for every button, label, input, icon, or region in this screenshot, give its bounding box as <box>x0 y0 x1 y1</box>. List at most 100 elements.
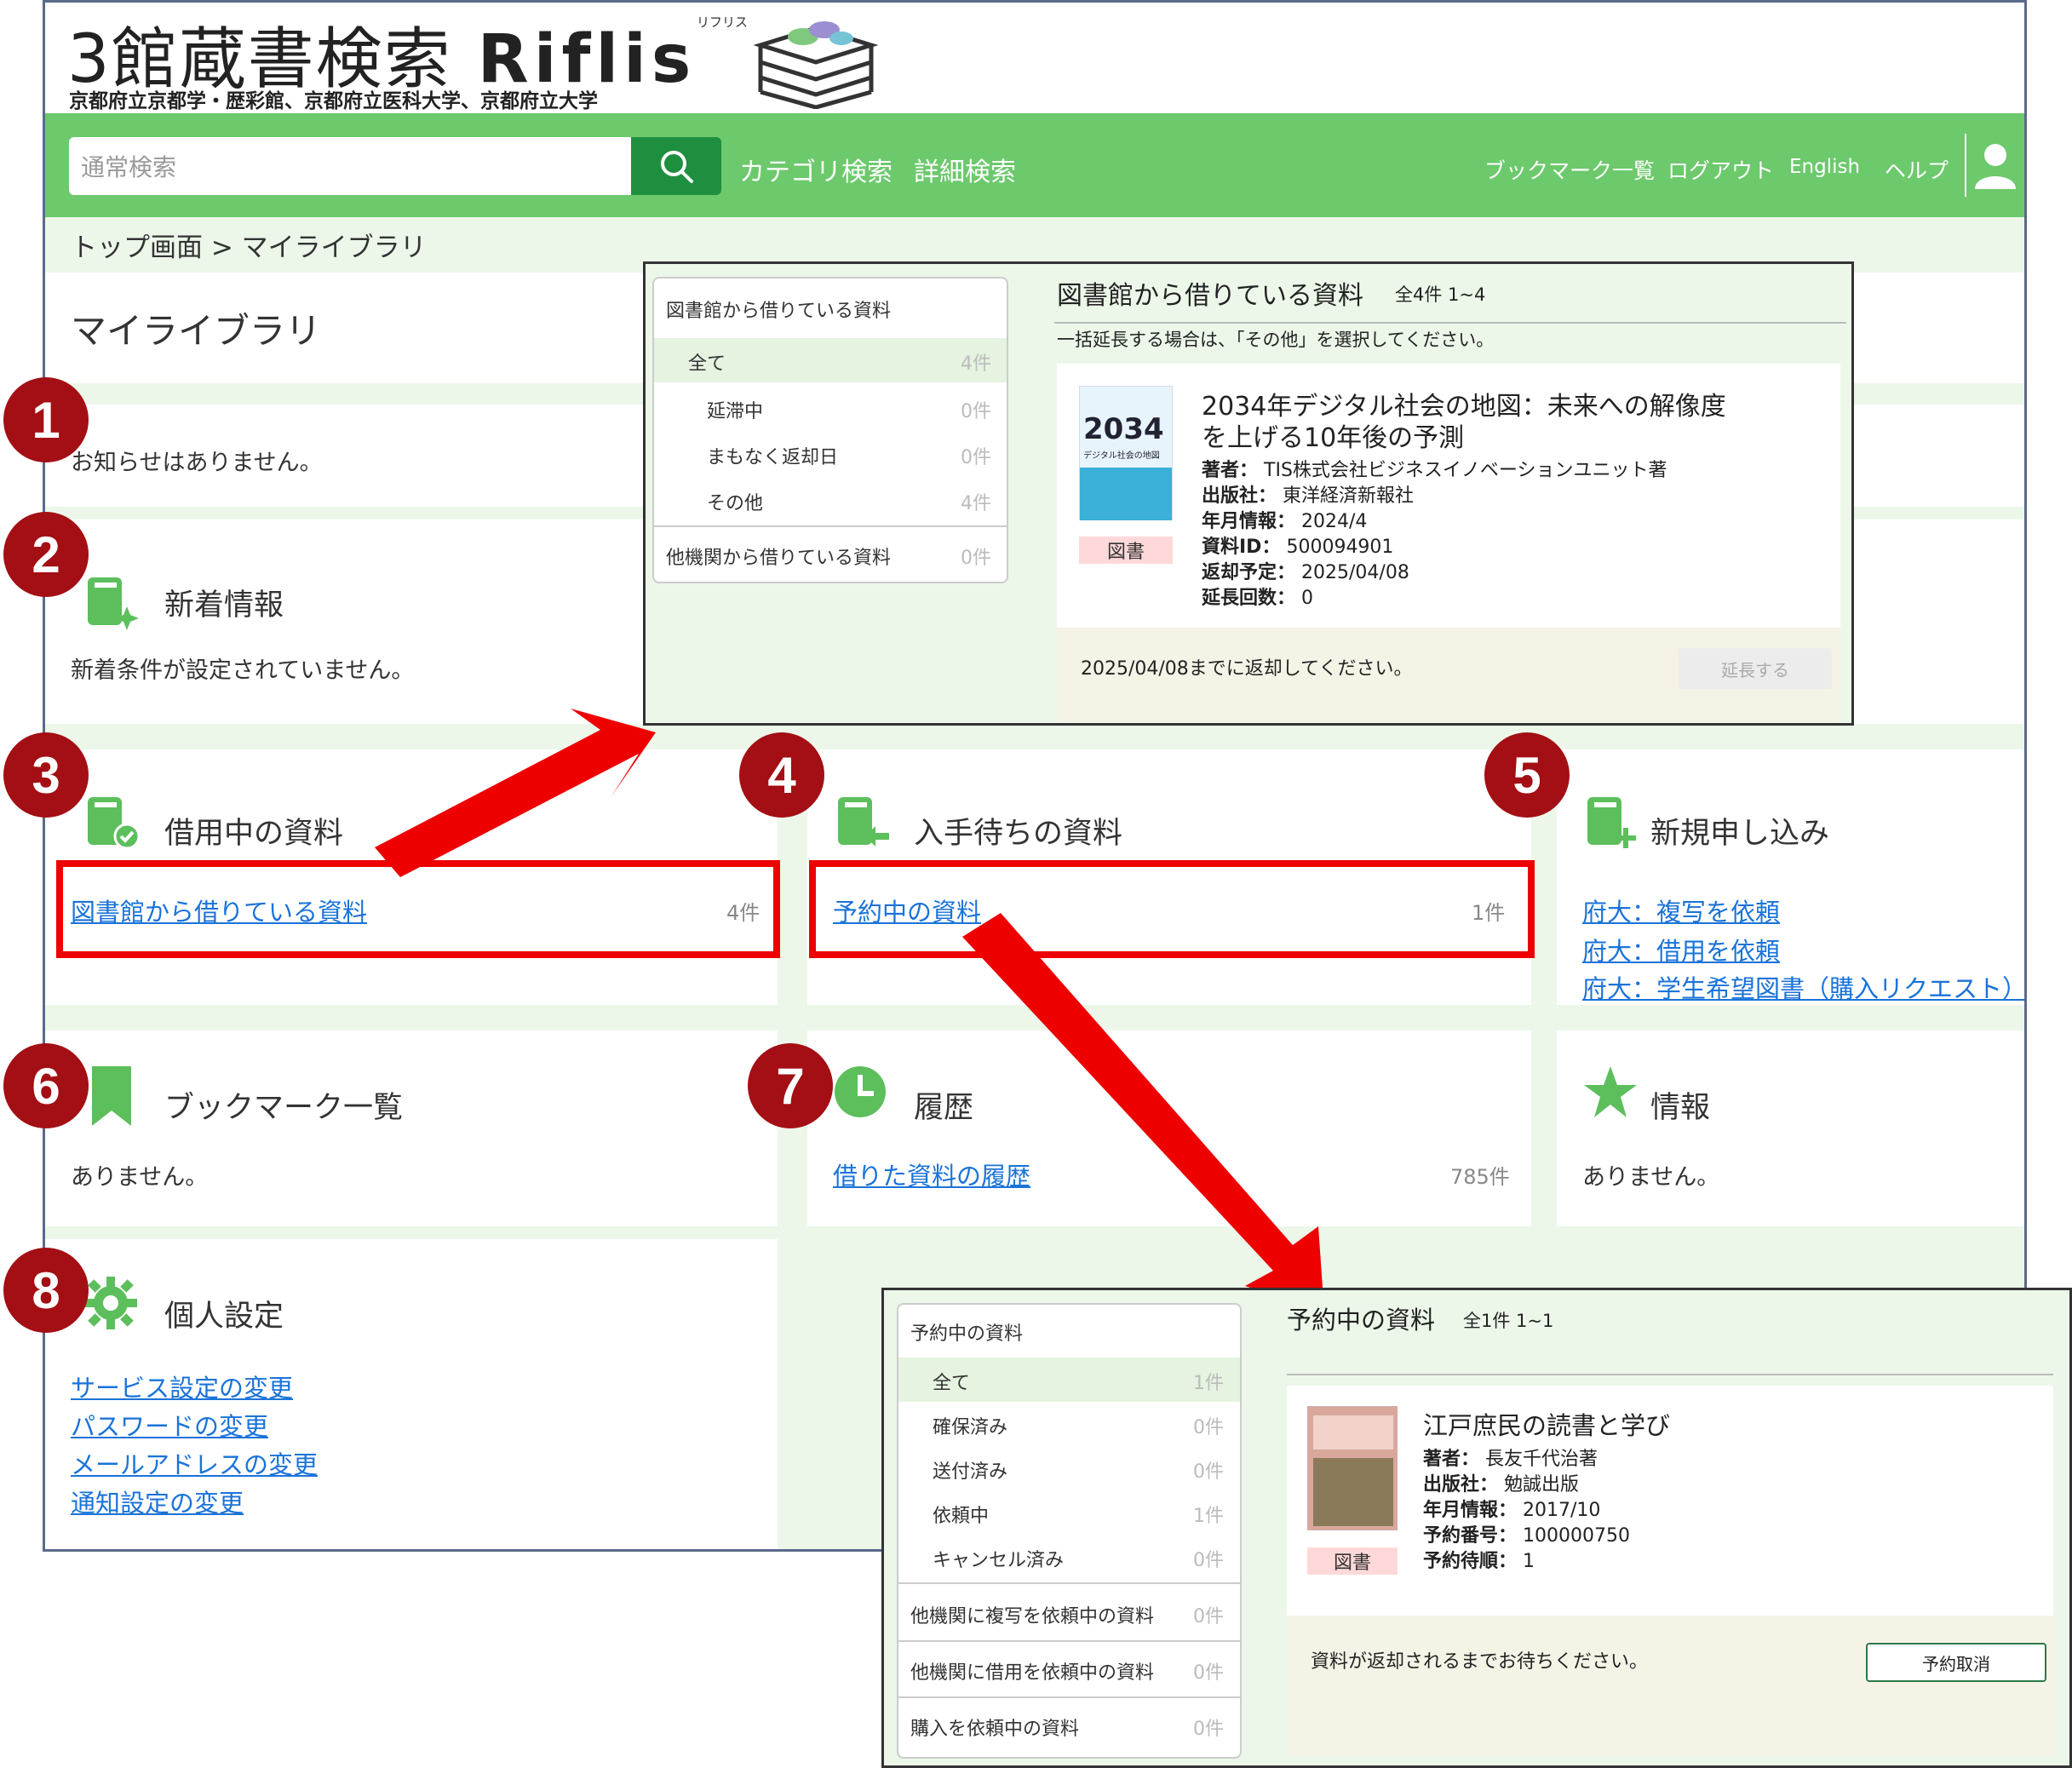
breadcrumb: トップ画面 > マイライブラリ <box>71 232 427 263</box>
popup-heading-count: 全1件 1~1 <box>1463 1311 1554 1331</box>
cover-subtitle: デジタル社会の地図 <box>1083 451 1160 461</box>
book-new-icon <box>88 577 139 630</box>
filter-cancelled[interactable]: キャンセル済み 0件 <box>898 1535 1240 1579</box>
category-search-link[interactable]: カテゴリ検索 <box>739 151 893 188</box>
notice-text: お知らせはありません。 <box>71 450 323 476</box>
request-loan-link[interactable]: 府大：借用を依頼 <box>1582 932 1780 967</box>
bookmarks-card: ブックマーク一覧 ありません。 <box>45 1030 778 1226</box>
field-reservation-number: 予約番号： 100000750 <box>1423 1525 1630 1547</box>
filter-due-soon[interactable]: まもなく返却日 0件 <box>654 432 1007 476</box>
nav-bar: 通常検索 カテゴリ検索 詳細検索 ブックマーク一覧 ログアウト English … <box>45 113 2024 217</box>
field-due-date: 返却予定： 2025/04/08 <box>1202 562 1409 583</box>
search-button[interactable] <box>631 137 721 195</box>
cancel-reservation-button[interactable]: 予約取消 <box>1866 1643 2046 1682</box>
purchase-request-link[interactable]: 府大：学生希望図書（購入リクエスト） <box>1582 969 2024 1005</box>
borrowed-filter-menu: 図書館から借りている資料 全て 4件 延滞中 0件 まもなく返却日 0件 その他 4件 … <box>652 277 1008 583</box>
page-title: マイライブラリ <box>71 310 322 352</box>
gear-icon <box>84 1277 137 1329</box>
popup-heading: 予約中の資料 <box>1287 1306 1436 1335</box>
filter-secured[interactable]: 確保済み 0件 <box>898 1402 1240 1446</box>
settings-card: 個人設定 サービス設定の変更 パスワードの変更 メールアドレスの変更 通知設定の… <box>45 1239 778 1549</box>
wait-note: 資料が返却されるまでお待ちください。 <box>1311 1651 1649 1673</box>
english-link[interactable]: English <box>1789 156 1860 178</box>
notification-settings-link[interactable]: 通知設定の変更 <box>71 1484 244 1519</box>
material-type-badge: 図書 <box>1307 1547 1398 1575</box>
menu-divider <box>898 1696 1240 1698</box>
book-check-icon <box>88 797 141 850</box>
menu-divider <box>898 1640 1240 1642</box>
logout-link[interactable]: ログアウト <box>1667 154 1774 185</box>
bookmarks-title: ブックマーク一覧 <box>164 1091 404 1125</box>
info-title: 情報 <box>1650 1091 1711 1125</box>
search-icon <box>661 151 693 183</box>
filter-requested[interactable]: 依頼中 1件 <box>898 1490 1240 1535</box>
info-card: 情報 ありません。 <box>1557 1030 2024 1226</box>
book-cover[interactable]: 2034 デジタル社会の地図 <box>1079 386 1173 520</box>
help-link[interactable]: ヘルプ <box>1885 154 1949 185</box>
info-empty-text: ありません。 <box>1582 1164 1720 1191</box>
book-title-line2[interactable]: を上げる10年後の予測 <box>1202 416 1464 454</box>
field-renewals: 延長回数： 0 <box>1202 588 1314 609</box>
new-request-card: 新規申し込み 府大：複写を依頼 府大：借用を依頼 府大：学生希望図書（購入リクエ… <box>1557 749 2024 1005</box>
field-author: 著者： 長友千代治著 <box>1423 1449 1598 1470</box>
cover-illustration <box>1313 1458 1393 1526</box>
filter-sent[interactable]: 送付済み 0件 <box>898 1446 1240 1490</box>
history-card: 履歴 借りた資料の履歴 785件 <box>807 1030 1531 1226</box>
callout-2: 2 <box>3 512 89 597</box>
callout-5: 5 <box>1484 732 1570 818</box>
callout-8: 8 <box>3 1248 89 1333</box>
book-card: 2034 デジタル社会の地図 図書 2034年デジタル社会の地図：未来への解像度… <box>1057 364 1840 721</box>
cover-title-block <box>1313 1415 1393 1449</box>
user-menu-button[interactable] <box>1965 134 2024 197</box>
borrowed-highlight-box <box>56 860 780 958</box>
reserved-items-popup: 予約中の資料 全て 1件 確保済み 0件 送付済み 0件 依頼中 1件 キャンセル済み 0… <box>881 1288 2072 1768</box>
filter-copy-requests[interactable]: 他機関に複写を依頼中の資料 0件 <box>898 1589 1240 1637</box>
advanced-search-link[interactable]: 詳細検索 <box>914 151 1016 188</box>
menu-divider <box>654 525 1007 527</box>
callout-6: 6 <box>3 1043 89 1128</box>
book-title[interactable]: 江戸庶民の読書と学び <box>1423 1406 1670 1442</box>
reserved-filter-menu: 予約中の資料 全て 1件 確保済み 0件 送付済み 0件 依頼中 1件 キャンセル済み 0… <box>897 1303 1242 1759</box>
brand-ruby: リフリス <box>697 14 749 30</box>
filter-all[interactable]: 全て 1件 <box>898 1358 1240 1402</box>
history-title: 履歴 <box>914 1091 974 1125</box>
filter-loan-requests[interactable]: 他機関に借用を依頼中の資料 0件 <box>898 1645 1240 1693</box>
callout-3: 3 <box>3 732 89 818</box>
password-change-link[interactable]: パスワードの変更 <box>71 1407 268 1443</box>
bookmark-icon <box>92 1066 131 1126</box>
book-card-footer: 2025/04/08までに返却してください。 延長する <box>1057 628 1840 721</box>
field-publisher: 出版社： 東洋経済新報社 <box>1202 485 1415 507</box>
filter-other[interactable]: その他 4件 <box>654 478 1007 522</box>
search-input[interactable]: 通常検索 <box>69 137 631 195</box>
popup-heading: 図書館から借りている資料 <box>1057 281 1363 311</box>
email-change-link[interactable]: メールアドレスの変更 <box>71 1445 318 1481</box>
request-copy-link[interactable]: 府大：複写を依頼 <box>1582 893 1780 928</box>
field-publisher: 出版社： 勉誠出版 <box>1423 1474 1580 1495</box>
waiting-title: 入手待ちの資料 <box>914 817 1123 851</box>
borrowing-title: 借用中の資料 <box>164 817 344 851</box>
history-count: 785件 <box>1450 1165 1510 1189</box>
cover-title: 2034 <box>1083 412 1164 446</box>
site-header: 3館蔵書検索 Riflis リフリス 京都府立京都学・歴彩館、京都府立医科大学、京… <box>45 3 2024 113</box>
star-icon <box>1584 1066 1637 1117</box>
callout-4: 4 <box>739 732 824 818</box>
book-cover[interactable] <box>1307 1406 1398 1530</box>
field-item-id: 資料ID： 500094901 <box>1202 537 1394 558</box>
new-arrivals-text: 新着条件が設定されていません。 <box>71 657 415 684</box>
clock-icon <box>835 1066 886 1117</box>
callout-7: 7 <box>748 1043 833 1128</box>
borrowing-history-link[interactable]: 借りた資料の履歴 <box>833 1157 1030 1192</box>
field-date: 年月情報： 2024/4 <box>1202 511 1368 532</box>
filter-all[interactable]: 全て 4件 <box>654 338 1007 382</box>
service-settings-link[interactable]: サービス設定の変更 <box>71 1369 293 1404</box>
user-icon <box>1975 144 2016 189</box>
bookmarks-link[interactable]: ブックマーク一覧 <box>1484 154 1655 185</box>
popup-heading-count: 全4件 1~4 <box>1395 284 1486 305</box>
extend-button[interactable]: 延長する <box>1679 648 1832 689</box>
book-stack-logo-icon <box>753 21 879 109</box>
filter-other-institutions[interactable]: 他機関から借りている資料 0件 <box>654 532 1007 577</box>
heading-divider <box>1287 1374 2053 1375</box>
filter-purchase-requests[interactable]: 購入を依頼中の資料 0件 <box>898 1702 1240 1749</box>
book-plus-icon <box>1587 797 1636 848</box>
filter-overdue[interactable]: 延滞中 0件 <box>654 386 1007 430</box>
